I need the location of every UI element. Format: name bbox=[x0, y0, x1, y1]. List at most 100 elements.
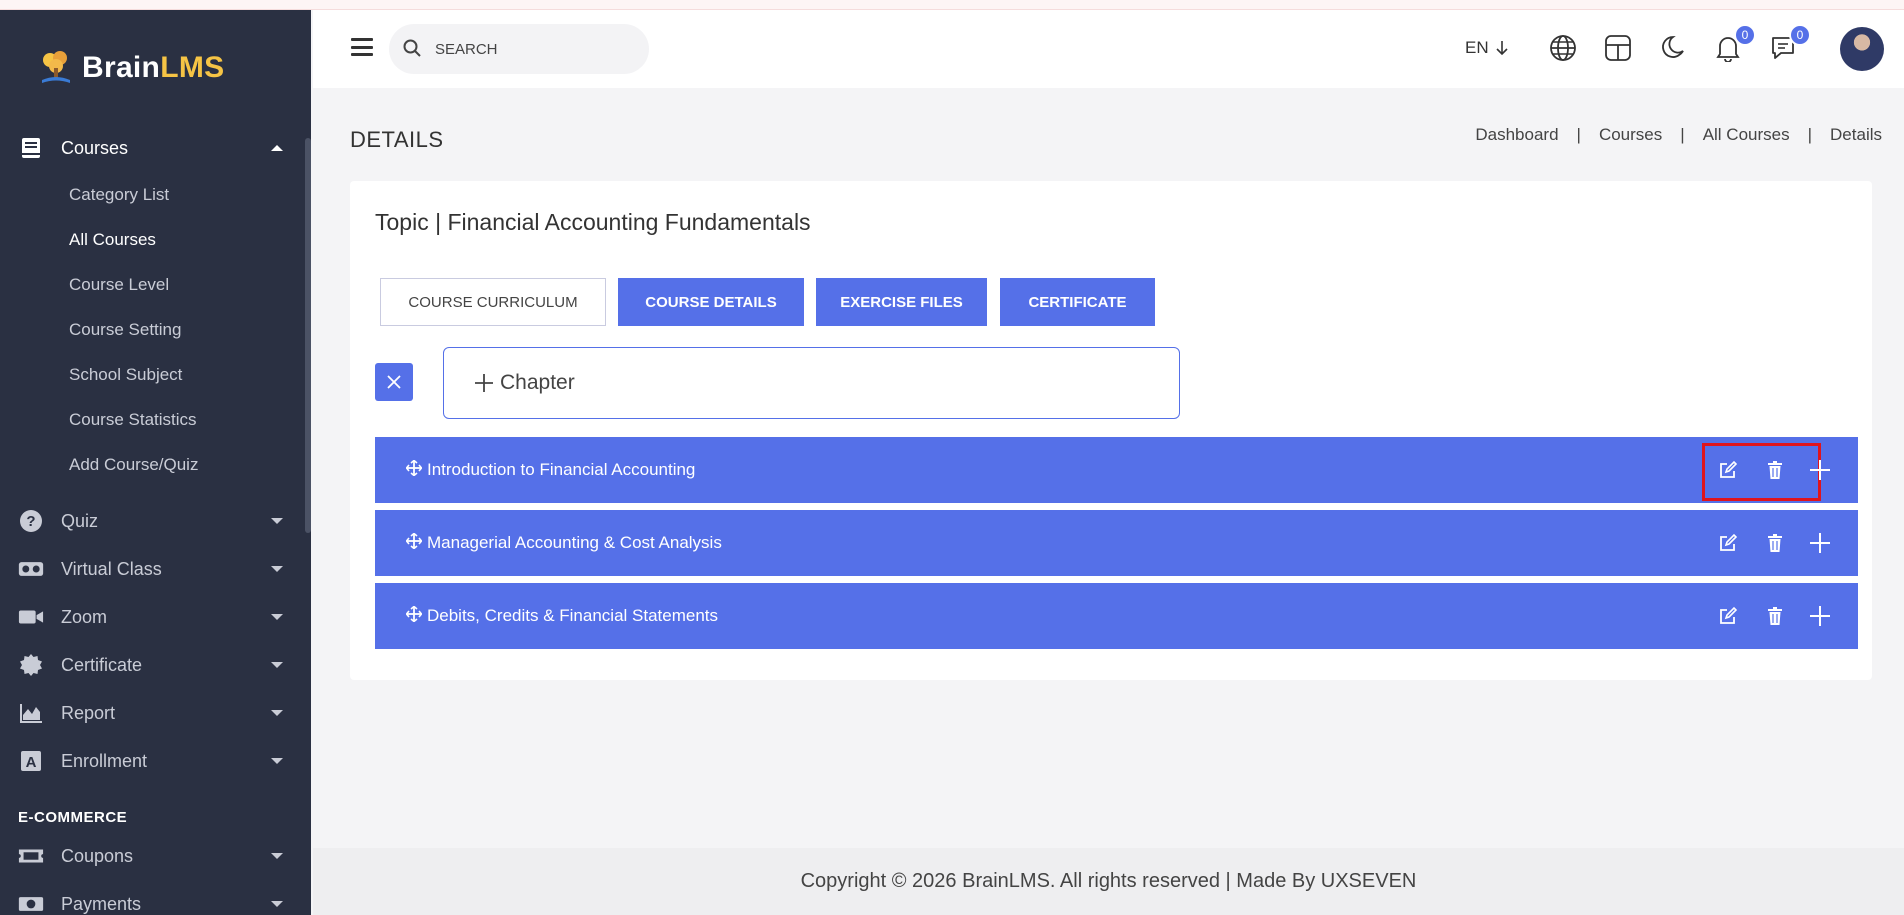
chapter-row[interactable]: Introduction to Financial Accounting bbox=[375, 437, 1858, 503]
brain-tree-icon bbox=[36, 48, 76, 88]
add-lesson-plus-icon[interactable] bbox=[1809, 532, 1831, 554]
layout-icon[interactable] bbox=[1602, 32, 1634, 64]
sidebar-subitem-course-level[interactable]: Course Level bbox=[69, 275, 169, 295]
chapter-title: Debits, Credits & Financial Statements bbox=[427, 606, 719, 625]
search-input[interactable]: SEARCH bbox=[389, 24, 649, 74]
svg-text:A: A bbox=[26, 754, 37, 771]
page-title: DETAILS bbox=[350, 127, 444, 152]
caret-down-icon bbox=[271, 710, 283, 716]
trash-icon[interactable] bbox=[1764, 459, 1786, 481]
sidebar-subitem-add-course-quiz[interactable]: Add Course/Quiz bbox=[69, 455, 198, 475]
close-chapter-form-button[interactable] bbox=[375, 363, 413, 401]
sidebar: BrainLMS Courses Category List All Cours… bbox=[0, 10, 311, 915]
messages-badge: 0 bbox=[1789, 24, 1811, 46]
caret-up-icon bbox=[271, 145, 283, 151]
chapter-row[interactable]: Debits, Credits & Financial Statements bbox=[375, 583, 1858, 649]
chat-icon[interactable]: 0 bbox=[1767, 24, 1811, 64]
tab-certificate[interactable]: CERTIFICATE bbox=[1000, 278, 1155, 326]
sidebar-item-label: Report bbox=[61, 702, 116, 723]
sidebar-subitem-school-subject[interactable]: School Subject bbox=[69, 365, 182, 385]
caret-down-icon bbox=[271, 662, 283, 668]
chapter-title: Managerial Accounting & Cost Analysis bbox=[427, 533, 722, 552]
notifications-badge: 0 bbox=[1734, 24, 1756, 46]
vr-headset-icon bbox=[18, 557, 44, 581]
user-avatar[interactable] bbox=[1840, 27, 1884, 71]
caret-down-icon bbox=[271, 614, 283, 620]
edit-icon[interactable] bbox=[1717, 459, 1739, 481]
chapter-row[interactable]: Managerial Accounting & Cost Analysis bbox=[375, 510, 1858, 576]
add-chapter-label: Chapter bbox=[500, 371, 575, 394]
breadcrumb-dashboard[interactable]: Dashboard bbox=[1475, 125, 1558, 145]
drag-move-icon[interactable] bbox=[405, 532, 423, 554]
edit-icon[interactable] bbox=[1717, 605, 1739, 627]
breadcrumb-all-courses[interactable]: All Courses bbox=[1703, 125, 1790, 145]
video-camera-icon bbox=[18, 605, 44, 629]
notification-bell-icon[interactable]: 0 bbox=[1712, 24, 1756, 64]
ticket-icon bbox=[18, 844, 44, 868]
sidebar-item-label: Zoom bbox=[61, 606, 108, 627]
caret-down-icon bbox=[271, 853, 283, 859]
drag-move-icon[interactable] bbox=[405, 605, 423, 627]
close-icon bbox=[387, 375, 401, 389]
sidebar-subitem-course-setting[interactable]: Course Setting bbox=[69, 320, 181, 340]
sidebar-scrollbar[interactable] bbox=[305, 138, 311, 533]
caret-down-icon bbox=[271, 758, 283, 764]
trash-icon[interactable] bbox=[1764, 605, 1786, 627]
sidebar-subitem-category-list[interactable]: Category List bbox=[69, 185, 169, 205]
sidebar-item-zoom[interactable]: Zoom bbox=[0, 595, 305, 639]
plus-icon bbox=[475, 374, 493, 392]
sidebar-item-quiz[interactable]: ? Quiz bbox=[0, 499, 305, 543]
caret-down-icon bbox=[271, 518, 283, 524]
moon-icon[interactable] bbox=[1657, 32, 1689, 64]
sidebar-item-label: Coupons bbox=[61, 845, 134, 866]
caret-down-icon bbox=[271, 901, 283, 907]
letter-a-icon: A bbox=[18, 749, 44, 773]
sidebar-item-report[interactable]: Report bbox=[0, 691, 305, 735]
breadcrumb-courses[interactable]: Courses bbox=[1599, 125, 1662, 145]
copyright-text: Copyright © 2026 BrainLMS. All rights re… bbox=[800, 870, 1417, 892]
drag-move-icon[interactable] bbox=[405, 459, 423, 481]
caret-down-icon bbox=[271, 566, 283, 572]
tab-course-details[interactable]: COURSE DETAILS bbox=[618, 278, 804, 326]
breadcrumb-details: Details bbox=[1830, 125, 1882, 144]
sidebar-subitem-course-statistics[interactable]: Course Statistics bbox=[69, 410, 197, 430]
breadcrumb-separator: | bbox=[1680, 125, 1685, 144]
money-icon bbox=[18, 892, 44, 915]
sidebar-item-label: Certificate bbox=[61, 654, 143, 675]
sidebar-section-ecommerce: E-COMMERCE bbox=[18, 809, 128, 826]
brand-logo[interactable]: BrainLMS bbox=[36, 48, 224, 88]
sidebar-item-enrollment[interactable]: A Enrollment bbox=[0, 739, 305, 783]
language-selector[interactable]: EN bbox=[1465, 38, 1509, 58]
brand-name-part2: LMS bbox=[160, 51, 225, 84]
sidebar-item-courses[interactable]: Courses bbox=[0, 126, 305, 170]
sidebar-item-label: Virtual Class bbox=[61, 558, 162, 579]
breadcrumb: Dashboard | Courses | All Courses | Deta… bbox=[1475, 125, 1882, 145]
top-strip bbox=[0, 0, 1904, 10]
sidebar-item-virtual-class[interactable]: Virtual Class bbox=[0, 547, 305, 591]
course-details-card: Topic | Financial Accounting Fundamental… bbox=[350, 181, 1872, 680]
search-placeholder: SEARCH bbox=[435, 40, 498, 58]
sidebar-item-coupons[interactable]: Coupons bbox=[0, 834, 305, 878]
brand-name-part1: Brain bbox=[82, 51, 161, 84]
hamburger-menu-icon[interactable] bbox=[351, 38, 373, 56]
sidebar-item-label: Payments bbox=[61, 893, 142, 914]
tab-exercise-files[interactable]: EXERCISE FILES bbox=[816, 278, 987, 326]
sidebar-item-label: Quiz bbox=[61, 510, 99, 531]
sidebar-item-certificate[interactable]: Certificate bbox=[0, 643, 305, 687]
sidebar-subitem-all-courses[interactable]: All Courses bbox=[69, 230, 156, 250]
trash-icon[interactable] bbox=[1764, 532, 1786, 554]
add-lesson-plus-icon[interactable] bbox=[1809, 459, 1831, 481]
sidebar-item-label: Enrollment bbox=[61, 750, 148, 771]
question-icon: ? bbox=[18, 509, 44, 533]
add-chapter-button[interactable]: Chapter bbox=[443, 347, 1180, 419]
area-chart-icon bbox=[18, 701, 44, 725]
tab-course-curriculum[interactable]: COURSE CURRICULUM bbox=[380, 278, 606, 326]
breadcrumb-separator: | bbox=[1807, 125, 1813, 144]
add-lesson-plus-icon[interactable] bbox=[1809, 605, 1831, 627]
edit-icon[interactable] bbox=[1717, 532, 1739, 554]
top-header: SEARCH EN 0 0 bbox=[313, 10, 1904, 88]
svg-text:?: ? bbox=[26, 513, 35, 530]
search-icon bbox=[403, 39, 421, 61]
sidebar-item-payments[interactable]: Payments bbox=[0, 882, 305, 915]
globe-icon[interactable] bbox=[1547, 32, 1579, 64]
